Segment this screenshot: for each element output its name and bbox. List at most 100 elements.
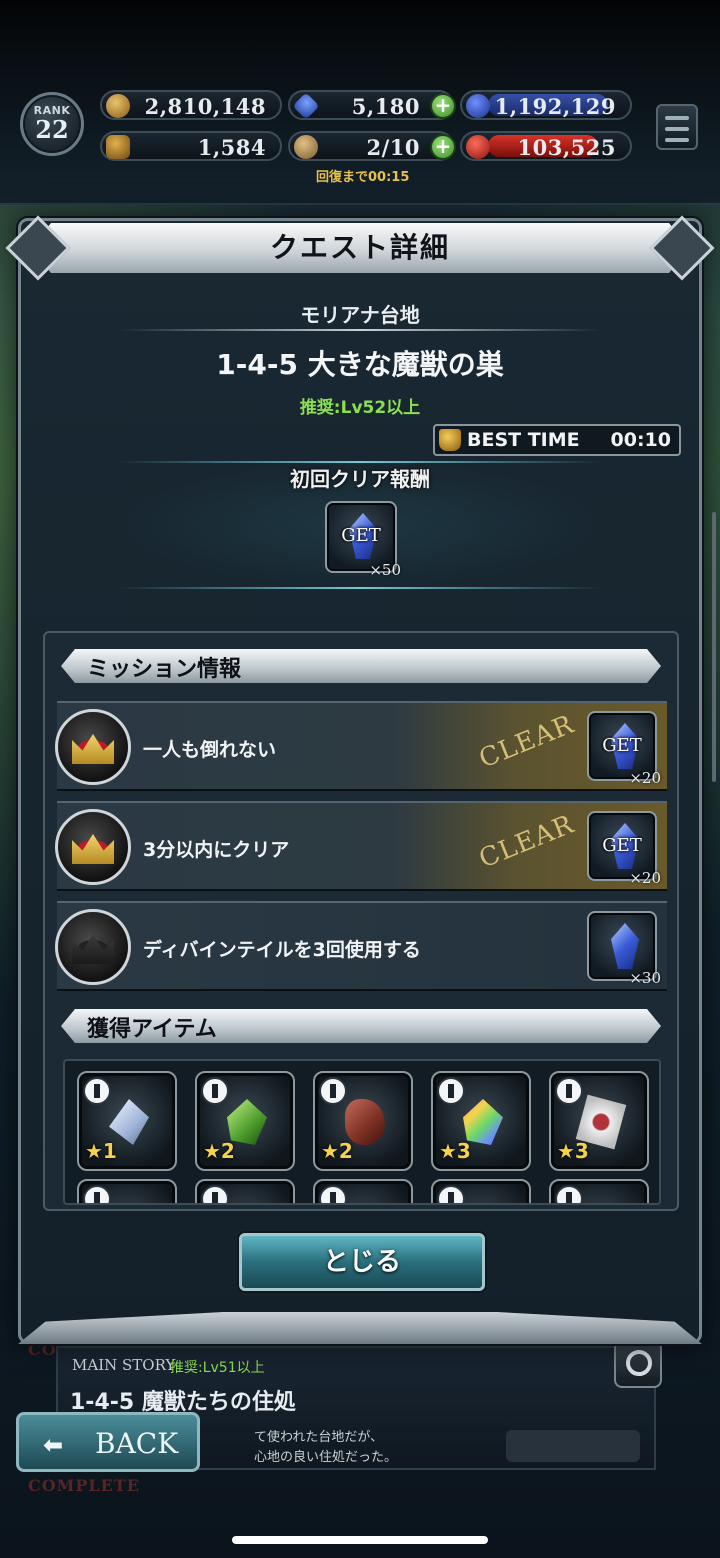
- trophy-value: 1,584: [197, 135, 266, 160]
- item-rarity: ★3: [557, 1139, 589, 1163]
- reward-item[interactable]: ★3: [431, 1071, 531, 1171]
- quest-desc-line-2: 心地の良い住処だった。: [254, 1450, 398, 1465]
- obtained-items-grid[interactable]: ★1 ★2 ★2 ★3 ★3: [63, 1059, 661, 1205]
- area-name: モリアナ台地: [300, 303, 420, 327]
- modal-header: クエスト詳細: [31, 223, 689, 273]
- mission-header-label: ミッション情報: [87, 657, 242, 682]
- rank-value: 22: [35, 115, 69, 144]
- item-rarity: ★3: [439, 1139, 471, 1163]
- crown-icon: [55, 709, 131, 785]
- back-button[interactable]: ⬅ BACK: [16, 1412, 200, 1472]
- title-divider: [121, 329, 601, 331]
- info-badge-icon: [201, 1185, 229, 1203]
- home-indicator[interactable]: [232, 1536, 488, 1544]
- get-label: GET: [341, 525, 381, 546]
- info-badge-icon: [319, 1185, 347, 1203]
- items-header-label: 獲得アイテム: [87, 1017, 217, 1042]
- mission-reward-item[interactable]: ×30: [587, 911, 661, 987]
- complete-label-2: COMPLETE: [28, 1476, 140, 1495]
- mission-text: 一人も倒れない: [143, 739, 277, 761]
- mission-reward-item[interactable]: GET ×20: [587, 811, 661, 887]
- red-points-counter: 103,525: [460, 131, 632, 161]
- quest-name: 1-4-5 大きな魔獣の巣: [216, 348, 504, 381]
- get-label: GET: [602, 735, 642, 756]
- stamina-icon: [294, 135, 318, 159]
- mission-text: 3分以内にクリア: [143, 839, 290, 861]
- gil-counter: 2,810,148: [100, 90, 282, 120]
- red-orb-icon: [466, 135, 490, 159]
- reward-item[interactable]: [549, 1179, 649, 1203]
- add-stamina-button[interactable]: +: [430, 134, 456, 160]
- stamina-recover-timer: 回復まで00:15: [316, 170, 410, 185]
- back-arrow-icon: ⬅: [43, 1431, 64, 1459]
- reward-item[interactable]: ★2: [313, 1071, 413, 1171]
- reward-item[interactable]: [431, 1179, 531, 1203]
- menu-button[interactable]: [656, 104, 698, 150]
- coin-icon: [106, 94, 130, 118]
- reward-item[interactable]: [195, 1179, 295, 1203]
- blue-orb-icon: [466, 94, 490, 118]
- gem-icon: [292, 92, 320, 120]
- quest-desc-line-1: て使われた台地だが、: [254, 1430, 384, 1445]
- best-time-box: BEST TIME 00:10: [433, 424, 681, 456]
- scrollbar[interactable]: [712, 512, 716, 782]
- crown-icon: [55, 909, 131, 985]
- stamina-value: 2/10: [366, 135, 420, 160]
- reward-item[interactable]: ★2: [195, 1071, 295, 1171]
- mission-text: ディバインテイルを3回使用する: [143, 939, 421, 961]
- reward-item[interactable]: ★1: [77, 1071, 177, 1171]
- get-label: GET: [602, 835, 642, 856]
- info-badge-icon: [83, 1185, 111, 1203]
- best-time-value: 00:10: [610, 429, 671, 451]
- close-label: とじる: [322, 1247, 401, 1277]
- add-gems-button[interactable]: +: [430, 93, 456, 119]
- mission-header: ミッション情報: [61, 649, 661, 683]
- modal-footer-ornament: [18, 1312, 702, 1344]
- close-button[interactable]: とじる: [239, 1233, 485, 1291]
- trophy-icon: [106, 135, 130, 159]
- info-badge-icon: [201, 1077, 229, 1105]
- reward-item[interactable]: ★3: [549, 1071, 649, 1171]
- stamina-counter: 2/10 +: [288, 131, 456, 161]
- search-button[interactable]: [614, 1340, 662, 1388]
- first-clear-reward-item[interactable]: GET ×50: [325, 501, 401, 579]
- mission-crowns: [506, 1430, 640, 1462]
- reward-quantity: ×20: [629, 769, 661, 787]
- gem-value: 5,180: [351, 94, 420, 119]
- crystal-icon: [611, 923, 639, 969]
- clear-stamp: CLEAR: [475, 709, 579, 775]
- quest-tag: MAIN STORY: [72, 1356, 176, 1374]
- item-rarity: ★2: [321, 1139, 353, 1163]
- trophy-counter: 1,584: [100, 131, 282, 161]
- first-clear-reward-section: 初回クリア報酬 GET ×50: [117, 461, 603, 589]
- info-badge-icon: [437, 1185, 465, 1203]
- quest-recommend: 推奨:Lv51以上: [170, 1360, 265, 1376]
- first-clear-title: 初回クリア報酬: [290, 467, 430, 491]
- reward-item[interactable]: [77, 1179, 177, 1203]
- crown-icon: [55, 809, 131, 885]
- info-badge-icon: [555, 1077, 583, 1105]
- info-badge-icon: [319, 1077, 347, 1105]
- mission-panel: ミッション情報 一人も倒れない CLEAR GET ×20 3分以内にクリア C…: [43, 631, 679, 1211]
- blue-points-value: 1,192,129: [494, 94, 616, 119]
- reward-quantity: ×50: [369, 561, 401, 579]
- mission-reward-item[interactable]: GET ×20: [587, 711, 661, 787]
- info-badge-icon: [83, 1077, 111, 1105]
- back-label: BACK: [95, 1427, 179, 1460]
- recommended-level: 推奨:Lv52以上: [299, 398, 421, 418]
- rank-badge[interactable]: RANK 22: [20, 92, 84, 156]
- reward-item[interactable]: [313, 1179, 413, 1203]
- gil-value: 2,810,148: [144, 94, 266, 119]
- info-badge-icon: [555, 1185, 583, 1203]
- items-header: 獲得アイテム: [61, 1009, 661, 1043]
- gem-counter: 5,180 +: [288, 90, 456, 120]
- trophy-icon: [439, 429, 461, 451]
- modal-title: クエスト詳細: [269, 231, 450, 264]
- item-rarity: ★2: [203, 1139, 235, 1163]
- mission-row: 3分以内にクリア CLEAR GET ×20: [55, 801, 667, 891]
- quest-detail-modal: クエスト詳細 モリアナ台地 1-4-5 大きな魔獣の巣 推奨:Lv52以上 BE…: [5, 215, 715, 1344]
- blue-points-counter: 1,192,129: [460, 90, 632, 120]
- mission-row: ディバインテイルを3回使用する ×30: [55, 901, 667, 991]
- info-badge-icon: [437, 1077, 465, 1105]
- clear-stamp: CLEAR: [475, 809, 579, 875]
